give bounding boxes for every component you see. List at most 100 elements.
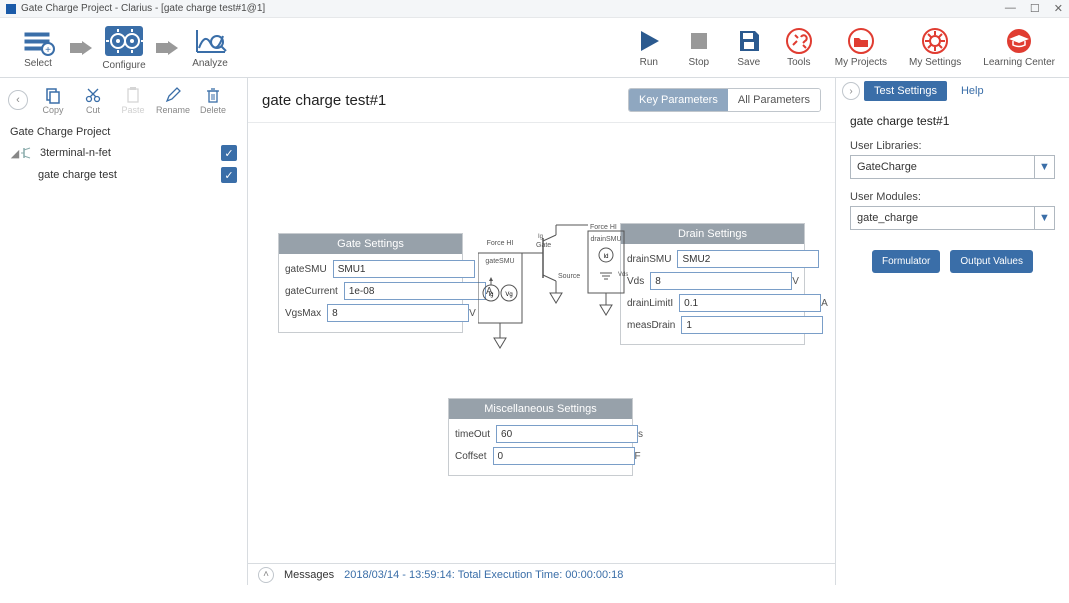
page-title: gate charge test#1 (262, 92, 386, 109)
drain-setting-row: drainSMU (627, 250, 798, 268)
run-button[interactable]: Run (635, 27, 663, 68)
project-root[interactable]: Gate Charge Project (10, 122, 237, 142)
window-title: Gate Charge Project - Clarius - [gate ch… (21, 3, 265, 14)
configure-label: Configure (102, 60, 145, 71)
coffset-input[interactable] (493, 447, 635, 465)
chevron-down-icon: ▼ (1034, 156, 1054, 178)
main-toolbar: + Select Configure Analyze Run Stop Save… (0, 18, 1069, 78)
trash-icon (204, 86, 222, 104)
user-modules-select[interactable]: gate_charge ▼ (850, 206, 1055, 230)
device-checkbox[interactable]: ✓ (221, 145, 237, 161)
tools-button[interactable]: Tools (785, 27, 813, 68)
gate-settings-panel: Gate Settings gateSMU gateCurrent A VgsM… (278, 233, 463, 333)
select-step[interactable]: + Select (14, 26, 62, 69)
vds-input[interactable] (650, 272, 792, 290)
tab-help[interactable]: Help (951, 81, 994, 101)
maximize-button[interactable]: ☐ (1030, 2, 1040, 15)
my-projects-button[interactable]: My Projects (835, 27, 887, 68)
scissors-icon (84, 86, 102, 104)
minimize-button[interactable]: — (1005, 2, 1016, 15)
delete-button[interactable]: Delete (194, 86, 232, 115)
key-parameters-tab[interactable]: Key Parameters (629, 89, 728, 111)
test-checkbox[interactable]: ✓ (221, 167, 237, 183)
cut-button[interactable]: Cut (74, 86, 112, 115)
right-title: gate charge test#1 (850, 114, 1055, 128)
tools-icon (785, 27, 813, 55)
project-tree: Gate Charge Project ◢ 3terminal-n-fet ✓ … (0, 122, 247, 585)
graduation-icon (1005, 27, 1033, 55)
collapse-right-button[interactable]: › (842, 82, 860, 100)
folder-icon (847, 27, 875, 55)
center-panel: gate charge test#1 Key Parameters All Pa… (248, 78, 835, 585)
expand-messages-button[interactable]: ˄ (258, 567, 274, 583)
svg-text:Ig: Ig (538, 234, 543, 240)
drain-setting-row: Vds V (627, 272, 798, 290)
timeout-input[interactable] (496, 425, 638, 443)
analyze-step[interactable]: Analyze (186, 26, 234, 69)
gate-settings-title: Gate Settings (279, 234, 462, 254)
window-titlebar: Gate Charge Project - Clarius - [gate ch… (0, 0, 1069, 18)
drain-settings-panel: Drain Settings drainSMU Vds V drainLimit… (620, 223, 805, 345)
formulator-button[interactable]: Formulator (872, 250, 940, 273)
analyze-icon (193, 26, 227, 56)
paste-icon (124, 86, 142, 104)
svg-text:Vds: Vds (618, 272, 628, 278)
configure-icon (103, 24, 145, 58)
output-values-button[interactable]: Output Values (950, 250, 1033, 273)
svg-text:Force HI: Force HI (590, 224, 617, 231)
project-tree-panel: ‹ Copy Cut Paste Rename Delete (0, 78, 248, 585)
learning-center-button[interactable]: Learning Center (983, 27, 1055, 68)
drain-settings-title: Drain Settings (621, 224, 804, 244)
svg-text:Ig: Ig (488, 292, 493, 298)
save-icon (735, 27, 763, 55)
messages-bar[interactable]: ˄ Messages 2018/03/14 - 13:59:14: Total … (248, 563, 835, 585)
drain-setting-row: measDrain (627, 316, 798, 334)
select-icon: + (21, 26, 55, 56)
svg-text:Source: Source (558, 273, 580, 280)
drainlimiti-input[interactable] (679, 294, 821, 312)
svg-text:Vg: Vg (505, 292, 512, 298)
svg-text:+: + (45, 45, 51, 56)
all-parameters-tab[interactable]: All Parameters (728, 89, 820, 111)
copy-button[interactable]: Copy (34, 86, 72, 115)
play-icon (635, 27, 663, 55)
gatesmu-label: gateSMU (485, 258, 514, 265)
stop-icon (685, 27, 713, 55)
user-libraries-select[interactable]: GateCharge ▼ (850, 155, 1055, 179)
arrow-icon (156, 41, 178, 55)
vgsmax-input[interactable] (327, 304, 469, 322)
drain-setting-row: drainLimitI A (627, 294, 798, 312)
arrow-icon (70, 41, 92, 55)
svg-text:Id: Id (603, 254, 608, 260)
disclosure-triangle-icon[interactable]: ◢ (10, 147, 20, 160)
rename-button[interactable]: Rename (154, 86, 192, 115)
forcehi-label: Force HI (487, 240, 514, 247)
transistor-icon (20, 146, 34, 160)
misc-setting-row: timeOut s (455, 425, 626, 443)
pencil-icon (164, 86, 182, 104)
stop-button[interactable]: Stop (685, 27, 713, 68)
tree-action-bar: ‹ Copy Cut Paste Rename Delete (0, 78, 247, 122)
measdrain-input[interactable] (681, 316, 823, 334)
drainsmu-input[interactable] (677, 250, 819, 268)
collapse-tree-button[interactable]: ‹ (8, 90, 28, 110)
tree-test-row[interactable]: gate charge test ✓ (10, 164, 237, 186)
save-button[interactable]: Save (735, 27, 763, 68)
paste-button[interactable]: Paste (114, 86, 152, 115)
svg-text:Drain: Drain (558, 223, 575, 225)
configure-step[interactable]: Configure (100, 24, 148, 71)
close-button[interactable]: ✕ (1054, 2, 1063, 15)
configure-canvas: Gate Settings gateSMU gateCurrent A VgsM… (248, 122, 835, 563)
parameter-toggle: Key Parameters All Parameters (628, 88, 821, 112)
copy-icon (44, 86, 62, 104)
misc-settings-panel: Miscellaneous Settings timeOut s Coffset… (448, 398, 633, 476)
my-settings-button[interactable]: My Settings (909, 27, 961, 68)
right-panel: › Test Settings Help gate charge test#1 … (835, 78, 1069, 585)
tree-device-row[interactable]: ◢ 3terminal-n-fet ✓ (10, 142, 237, 164)
gatecurrent-input[interactable] (344, 282, 486, 300)
gate-setting-row: gateCurrent A (285, 282, 456, 300)
gatesmu-input[interactable] (333, 260, 475, 278)
messages-text: 2018/03/14 - 13:59:14: Total Execution T… (344, 569, 623, 581)
tab-test-settings[interactable]: Test Settings (864, 81, 947, 101)
svg-text:drainSMU: drainSMU (590, 236, 621, 243)
